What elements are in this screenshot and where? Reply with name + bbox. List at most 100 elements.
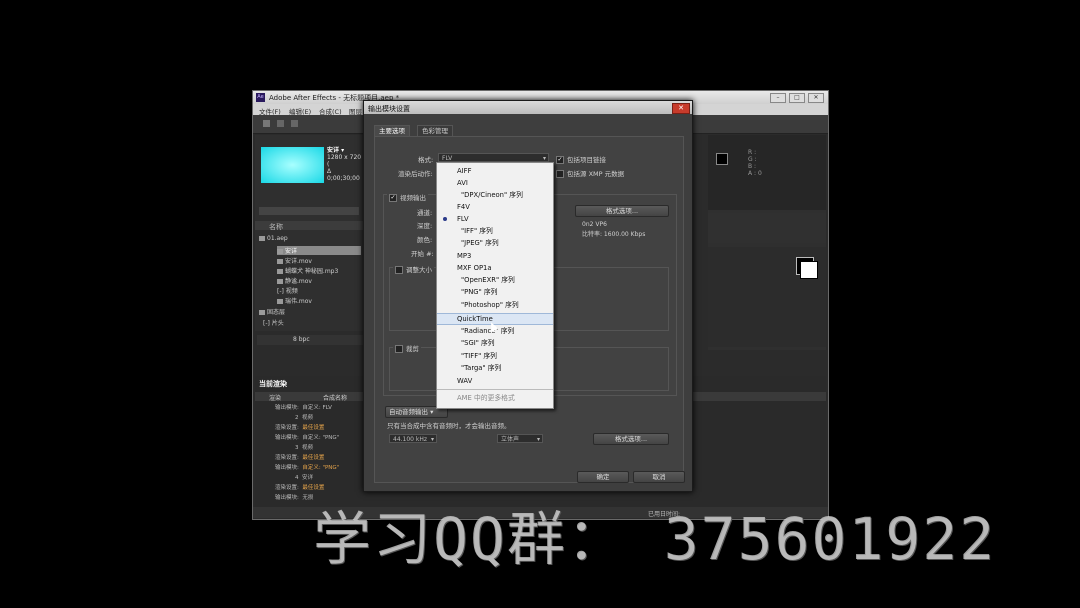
dialog-title: 输出模块设置: [368, 105, 410, 113]
resize-label: 调整大小: [406, 266, 432, 274]
audio-format-options-button[interactable]: 格式选项...: [593, 433, 669, 445]
format-option-wav[interactable]: WAV: [437, 375, 553, 387]
checkbox-unchecked-icon: [556, 170, 564, 178]
format-option-label: "Radiance" 序列: [461, 327, 515, 335]
minimize-icon[interactable]: –: [770, 93, 786, 103]
render-queue-row[interactable]: 4 安详: [265, 473, 313, 481]
format-option-png[interactable]: "PNG" 序列: [437, 286, 553, 298]
format-option-label: "SGI" 序列: [461, 339, 495, 347]
row-key: 渲染设置:: [275, 485, 299, 491]
row-key: 2: [295, 415, 299, 421]
tree-item[interactable]: 01.aep: [259, 235, 288, 242]
start-number-label: 开始 #:: [411, 250, 434, 258]
row-value: 无损: [302, 495, 314, 501]
bpc-label[interactable]: 8 bpc: [293, 336, 310, 343]
render-queue-row[interactable]: 渲染设置: 最佳设置: [265, 423, 324, 431]
tree-item-label: [-] 视频: [277, 288, 298, 295]
render-queue-row[interactable]: 渲染设置: 最佳设置: [265, 453, 324, 461]
include-project-link-checkbox[interactable]: ✓ 包括项目链接: [556, 154, 606, 164]
render-queue-row[interactable]: 输出模块: 自定义: FLV: [265, 403, 332, 411]
resize-checkbox[interactable]: 调整大小: [393, 264, 434, 274]
format-option-targa[interactable]: "Targa" 序列: [437, 362, 553, 374]
format-option-label: QuickTime: [457, 315, 493, 323]
dialog-close-button[interactable]: ✕: [672, 103, 690, 114]
format-option-label: MXF OP1a: [457, 264, 492, 272]
format-option-mxf[interactable]: MXF OP1a: [437, 262, 553, 274]
row-value: 自定义: "PNG": [302, 465, 340, 471]
format-option-f4v[interactable]: F4V: [437, 201, 553, 213]
tree-item[interactable]: 固态层: [259, 307, 285, 316]
format-option-aiff[interactable]: AIFF: [437, 165, 553, 177]
tree-item-label: [-] 片头: [263, 320, 284, 327]
row-value: 最佳设置: [302, 425, 325, 431]
row-key: 输出模块:: [275, 405, 299, 411]
row-value: 视频: [302, 415, 314, 421]
codec-info: 0n2 VP6: [582, 221, 607, 228]
video-format-options-button[interactable]: 格式选项...: [575, 205, 669, 217]
comp-info: 安详 ▾ 1280 x 720 ( Δ 0;00;30;00: [327, 147, 363, 182]
project-search-input[interactable]: [259, 207, 359, 215]
comp-column-label: 合成名称: [323, 395, 348, 402]
audio-note: 只有当合成中含有音频时，才会输出音频。: [387, 422, 511, 430]
cancel-button[interactable]: 取消: [633, 471, 685, 483]
row-key: 3: [295, 445, 299, 451]
comp-duration: Δ 0;00;30;00: [327, 168, 360, 182]
tree-item-label: 01.aep: [267, 235, 288, 242]
maximize-icon[interactable]: □: [789, 93, 805, 103]
render-queue-row[interactable]: 3 视频: [265, 443, 313, 451]
render-queue-row[interactable]: 输出模块: 无损: [265, 493, 313, 501]
format-option-tiff[interactable]: "TIFF" 序列: [437, 350, 553, 362]
format-select[interactable]: FLV: [438, 153, 549, 163]
stroke-color-swatch[interactable]: [800, 261, 818, 279]
format-option-dpx[interactable]: "DPX/Cineon" 序列: [437, 189, 553, 201]
color-label: 颜色:: [417, 236, 433, 244]
close-icon[interactable]: ✕: [808, 93, 824, 103]
column-name-label: 名称: [269, 223, 283, 231]
tree-item[interactable]: 瑞伟.mov: [277, 296, 312, 305]
render-queue-row[interactable]: 2 视频: [265, 413, 313, 421]
format-option-mp3[interactable]: MP3: [437, 250, 553, 262]
comp-size: 1280 x 720 (: [327, 154, 362, 168]
format-option-label: "PNG" 序列: [461, 288, 498, 296]
tree-item[interactable]: [-] 片头: [263, 318, 284, 327]
format-option-jpeg[interactable]: "JPEG" 序列: [437, 237, 553, 249]
format-option-iff[interactable]: "IFF" 序列: [437, 225, 553, 237]
format-option-openexr[interactable]: "OpenEXR" 序列: [437, 274, 553, 286]
project-panel: 安详 ▾ 1280 x 720 ( Δ 0;00;30;00 名称 01.aep…: [255, 135, 363, 331]
format-option-ame-more[interactable]: AME 中的更多格式: [437, 392, 553, 404]
tree-item[interactable]: 安详.mov: [277, 256, 312, 265]
crop-label: 裁剪: [406, 345, 419, 353]
include-xmp-checkbox[interactable]: 包括源 XMP 元数据: [556, 168, 624, 178]
tree-item[interactable]: 安详: [277, 246, 361, 255]
info-g: G :: [748, 156, 757, 163]
render-queue-row[interactable]: 渲染设置: 最佳设置: [265, 483, 324, 491]
sample-rate-select[interactable]: 44.100 kHz: [389, 434, 437, 444]
tree-item[interactable]: 静谧.mov: [277, 276, 312, 285]
watermark-text: 学习QQ群： 375601922: [313, 505, 997, 573]
format-option-label: AME 中的更多格式: [457, 394, 515, 402]
zoom-tool-icon[interactable]: [291, 120, 298, 127]
tree-item[interactable]: 蝴蝶犬 神秘园.mp3: [277, 266, 338, 275]
format-option-label: "TIFF" 序列: [461, 352, 497, 360]
info-r: R :: [748, 149, 757, 156]
format-option-sgi[interactable]: "SGI" 序列: [437, 337, 553, 349]
audio-icon: [277, 269, 283, 274]
format-option-avi[interactable]: AVI: [437, 177, 553, 189]
format-option-photoshop[interactable]: "Photoshop" 序列: [437, 299, 553, 311]
info-a: A : 0: [748, 170, 762, 177]
ok-button[interactable]: 确定: [577, 471, 629, 483]
video-output-checkbox[interactable]: ✓ 视频输出: [387, 192, 428, 202]
render-queue-row[interactable]: 输出模块: 自定义: "PNG": [265, 433, 339, 441]
channels-audio-select[interactable]: 立体声: [497, 434, 543, 444]
comp-thumbnail: [261, 147, 324, 183]
format-option-flv[interactable]: FLV: [437, 213, 553, 225]
tree-item[interactable]: [-] 视频: [277, 286, 298, 295]
color-sample-icon: [716, 153, 728, 165]
render-queue-row[interactable]: 输出模块: 自定义: "PNG": [265, 463, 339, 471]
hand-tool-icon[interactable]: [277, 120, 284, 127]
row-key: 渲染设置:: [275, 425, 299, 431]
format-option-label: F4V: [457, 203, 470, 211]
crop-checkbox[interactable]: 裁剪: [393, 343, 421, 353]
selection-tool-icon[interactable]: [263, 120, 270, 127]
include-xmp-label: 包括源 XMP 元数据: [567, 170, 625, 178]
